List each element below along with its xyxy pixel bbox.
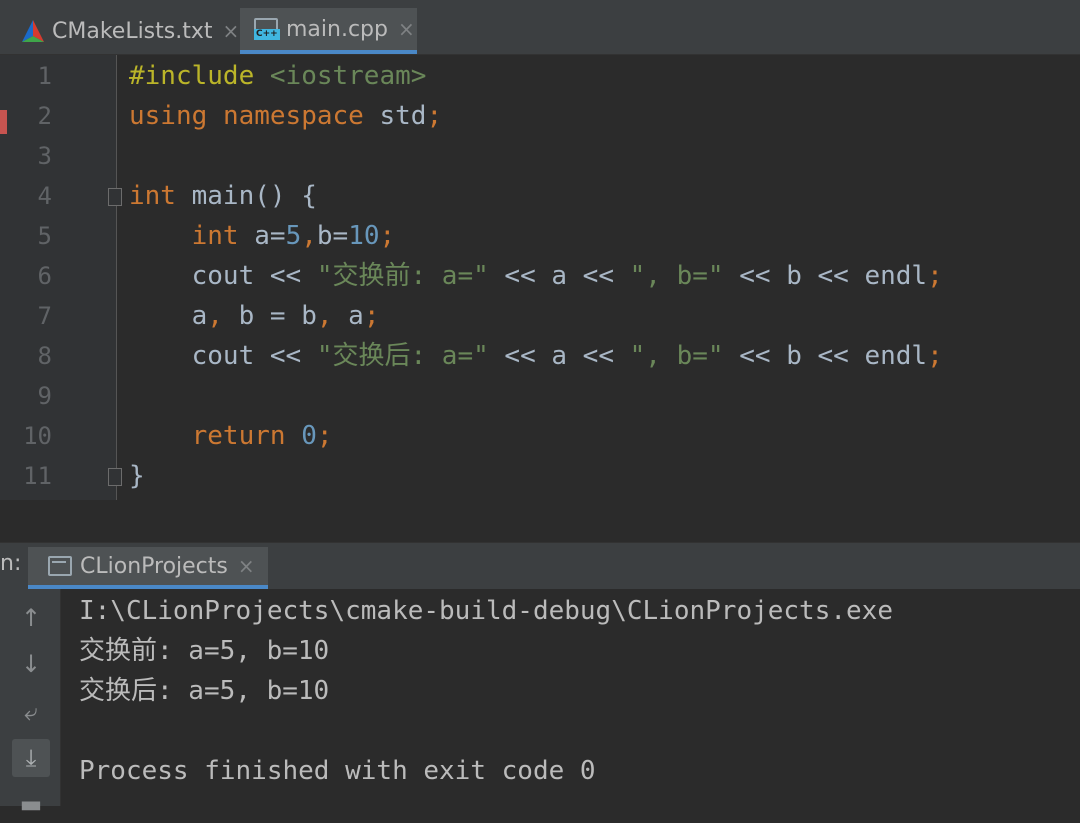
- code-token: ", b=": [629, 341, 724, 371]
- code-token: ;: [363, 301, 380, 331]
- tab-label: main.cpp: [286, 16, 388, 42]
- code-line[interactable]: #include <iostream>: [129, 56, 426, 96]
- editor-tab-bar: CMakeLists.txt × C++ main.cpp ×: [0, 0, 1080, 55]
- code-token: a: [129, 301, 208, 331]
- code-line[interactable]: }: [129, 456, 145, 496]
- line-number: 8: [37, 342, 52, 370]
- console-line: 交换后: a=5, b=10: [79, 676, 330, 706]
- code-token: 10: [348, 221, 380, 251]
- run-tab-label: CLionProjects: [80, 553, 228, 579]
- code-token: namespace: [222, 101, 364, 131]
- code-token: ;: [316, 421, 333, 451]
- code-token: cout <<: [129, 261, 317, 291]
- code-editor[interactable]: 1 2 3 4 5 6 7 8 9 10 11 #include <iostre…: [0, 55, 1080, 500]
- code-token: << a <<: [488, 341, 630, 371]
- tab-main-cpp[interactable]: C++ main.cpp ×: [240, 8, 417, 54]
- cpp-file-icon: C++: [254, 18, 280, 40]
- console-line: 交换前: a=5, b=10: [79, 636, 330, 666]
- code-token: ;: [379, 221, 396, 251]
- code-token: ,: [316, 301, 333, 331]
- scroll-to-end-icon[interactable]: ⤓: [12, 739, 50, 777]
- code-token: ;: [426, 101, 443, 131]
- code-token: a: [332, 301, 364, 331]
- code-token: << a <<: [488, 261, 630, 291]
- code-token: "交换前: a=": [316, 261, 489, 291]
- line-number-gutter[interactable]: 1 2 3 4 5 6 7 8 9 10 11: [0, 55, 117, 500]
- code-line[interactable]: using namespace std;: [129, 96, 442, 136]
- line-number: 10: [23, 422, 52, 450]
- cpp-badge: C++: [254, 29, 280, 40]
- code-token: }: [129, 461, 145, 491]
- run-label: n:: [0, 551, 22, 576]
- soft-wrap-icon[interactable]: ⤶: [12, 693, 50, 731]
- line-number: 5: [37, 222, 52, 250]
- code-line[interactable]: int a=5,b=10;: [129, 216, 396, 256]
- print-icon[interactable]: ▬: [12, 785, 50, 823]
- arrow-down-icon[interactable]: ↓: [12, 645, 50, 683]
- fold-marker-icon[interactable]: [108, 468, 122, 486]
- code-token: std: [363, 101, 427, 131]
- arrow-up-icon[interactable]: ↑: [12, 599, 50, 637]
- close-icon[interactable]: ×: [223, 19, 240, 43]
- code-token: cout <<: [129, 341, 317, 371]
- code-token: int: [129, 181, 176, 211]
- line-number: 1: [37, 62, 52, 90]
- code-token: ;: [927, 261, 943, 291]
- code-token: b=: [316, 221, 349, 251]
- code-token: ,: [207, 301, 223, 331]
- code-token: <iostream>: [269, 61, 427, 91]
- code-token: main() {: [175, 181, 317, 211]
- line-number: 2: [37, 102, 52, 130]
- line-number: 7: [37, 302, 52, 330]
- tab-cmakelists[interactable]: CMakeLists.txt ×: [16, 8, 240, 54]
- line-number: 4: [37, 182, 52, 210]
- code-token: #include: [129, 61, 255, 91]
- line-number: 3: [37, 142, 52, 170]
- code-token: 5: [285, 221, 302, 251]
- code-line[interactable]: cout << "交换前: a=" << a << ", b=" << b <<…: [129, 256, 943, 296]
- console-line: Process finished with exit code 0: [79, 756, 596, 786]
- run-toolbar: ↑ ↓ ⤶ ⤓ ▬: [0, 589, 61, 818]
- close-icon[interactable]: ×: [398, 17, 415, 41]
- line-number: 6: [37, 262, 52, 290]
- code-line[interactable]: a, b = b, a;: [129, 296, 380, 336]
- console-line: I:\CLionProjects\cmake-build-debug\CLion…: [79, 596, 893, 626]
- console-output[interactable]: I:\CLionProjects\cmake-build-debug\CLion…: [61, 589, 1080, 806]
- code-token: 0: [301, 421, 317, 451]
- fold-marker-icon[interactable]: [108, 188, 122, 206]
- tab-run-clionprojects[interactable]: CLionProjects ×: [28, 547, 268, 589]
- close-icon[interactable]: ×: [238, 554, 255, 578]
- line-number: 9: [37, 382, 52, 410]
- code-token: << b << endl: [723, 261, 928, 291]
- code-token: "交换后: a=": [316, 341, 489, 371]
- code-token: ;: [927, 341, 943, 371]
- code-token: << b << endl: [723, 341, 928, 371]
- code-token: using: [129, 101, 208, 131]
- code-token: return: [191, 421, 286, 451]
- code-token: a=: [238, 221, 286, 251]
- run-tool-window-header: n: CLionProjects ×: [0, 542, 1080, 590]
- code-token: int: [191, 221, 239, 251]
- code-line[interactable]: cout << "交换后: a=" << a << ", b=" << b <<…: [129, 336, 943, 376]
- code-line[interactable]: int main() {: [129, 176, 317, 216]
- code-token: b = b: [222, 301, 317, 331]
- line-number: 11: [23, 462, 52, 490]
- code-token: ,: [301, 221, 317, 251]
- tab-label: CMakeLists.txt: [52, 18, 213, 44]
- editor-empty-area: [0, 500, 1080, 542]
- cmake-icon: [22, 20, 44, 42]
- console-icon: [48, 556, 72, 576]
- code-token: ", b=": [629, 261, 724, 291]
- code-line[interactable]: return 0;: [129, 416, 333, 456]
